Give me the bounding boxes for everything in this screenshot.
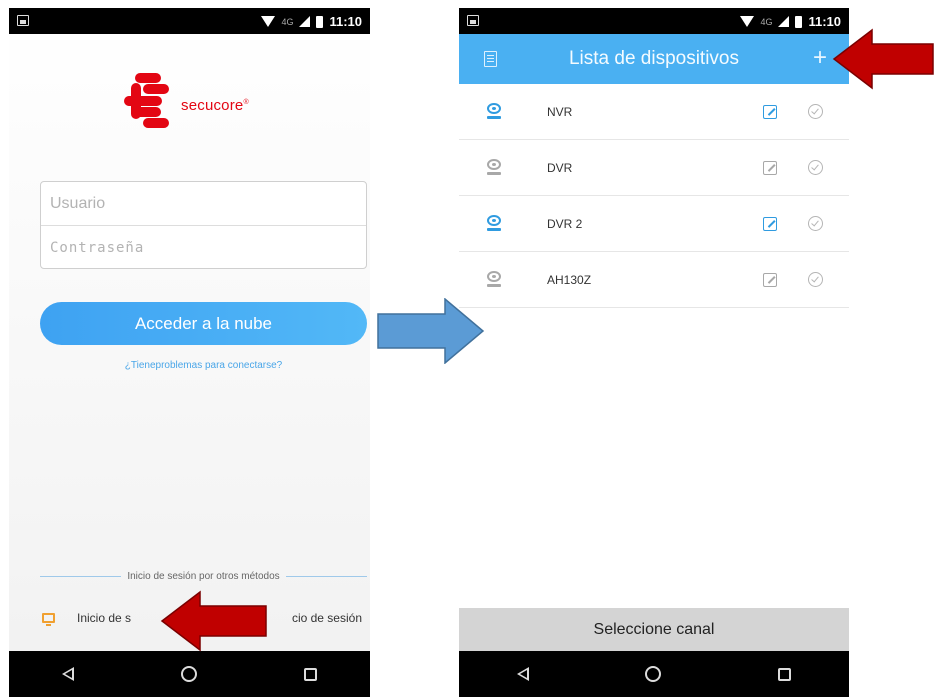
monitor-icon	[42, 613, 55, 626]
recent-apps-icon[interactable]	[777, 667, 791, 681]
back-icon[interactable]	[517, 667, 530, 681]
signal-icon	[299, 16, 311, 27]
local-login-label: Inicio de s	[77, 611, 132, 625]
edit-icon[interactable]	[763, 273, 777, 287]
username-input[interactable]	[41, 182, 366, 225]
other-login-label[interactable]: cio de sesión	[292, 611, 362, 625]
home-icon[interactable]	[180, 666, 197, 682]
clock: 11:10	[329, 14, 362, 29]
wifi-icon	[740, 16, 755, 27]
list-icon[interactable]	[484, 51, 497, 67]
local-login-option[interactable]: Inicio de s	[42, 611, 132, 626]
device-name: DVR 2	[547, 216, 583, 231]
local-login-pointer-arrow	[160, 590, 267, 652]
cloud-login-button[interactable]: Acceder a la nube	[40, 302, 367, 345]
android-nav-bar	[459, 651, 849, 697]
add-device-pointer-arrow	[832, 28, 934, 90]
image-notification-icon	[467, 15, 479, 26]
recent-apps-icon[interactable]	[303, 667, 317, 681]
edit-icon[interactable]	[763, 217, 777, 231]
divider-line	[285, 576, 367, 577]
select-channel-button[interactable]: Seleccione canal	[459, 608, 849, 651]
other-methods-label: Inicio de sesión por otros métodos	[127, 571, 280, 582]
check-circle-icon[interactable]	[808, 216, 823, 231]
device-list: NVR DVR DVR 2 AH130Z	[459, 84, 849, 308]
secucore-logo-mark	[124, 73, 169, 128]
secucore-logo: secucore®	[121, 66, 311, 136]
password-input[interactable]	[41, 226, 366, 269]
device-name: AH130Z	[547, 272, 592, 287]
wifi-icon	[261, 16, 276, 27]
battery-icon	[795, 15, 803, 28]
edit-icon[interactable]	[763, 105, 777, 119]
status-bar: 4G 11:10	[9, 8, 370, 34]
clock: 11:10	[808, 14, 841, 29]
divider-line	[40, 576, 122, 577]
check-circle-icon[interactable]	[808, 272, 823, 287]
logo-text: secucore®	[181, 97, 249, 114]
device-row[interactable]: DVR	[459, 140, 849, 196]
back-icon[interactable]	[62, 667, 75, 681]
edit-icon[interactable]	[763, 161, 777, 175]
network-type-label: 4G	[281, 16, 294, 27]
battery-icon	[316, 15, 324, 28]
login-form	[40, 181, 367, 269]
device-list-screen: 4G 11:10 Lista de dispositivos + NVR DVR D…	[459, 8, 849, 697]
camera-icon	[487, 159, 501, 177]
other-methods-divider: Inicio de sesión por otros métodos	[40, 571, 367, 582]
device-row[interactable]: NVR	[459, 84, 849, 140]
camera-icon	[487, 215, 501, 233]
home-icon[interactable]	[645, 666, 662, 682]
app-bar: Lista de dispositivos +	[459, 34, 849, 84]
device-name: DVR	[547, 160, 573, 175]
camera-icon	[487, 103, 501, 121]
check-circle-icon[interactable]	[808, 160, 823, 175]
device-row[interactable]: DVR 2	[459, 196, 849, 252]
signal-icon	[778, 16, 790, 27]
plus-icon[interactable]: +	[813, 46, 827, 70]
image-notification-icon	[17, 15, 29, 26]
device-name: NVR	[547, 104, 573, 119]
network-type-label: 4G	[760, 16, 773, 27]
connection-help-link[interactable]: ¿Tieneproblemas para conectarse?	[40, 360, 367, 371]
status-bar: 4G 11:10	[459, 8, 849, 34]
android-nav-bar	[9, 651, 370, 697]
page-title: Lista de dispositivos	[568, 48, 740, 69]
transition-arrow	[377, 298, 485, 364]
camera-icon	[487, 271, 501, 289]
check-circle-icon[interactable]	[808, 104, 823, 119]
device-row[interactable]: AH130Z	[459, 252, 849, 308]
